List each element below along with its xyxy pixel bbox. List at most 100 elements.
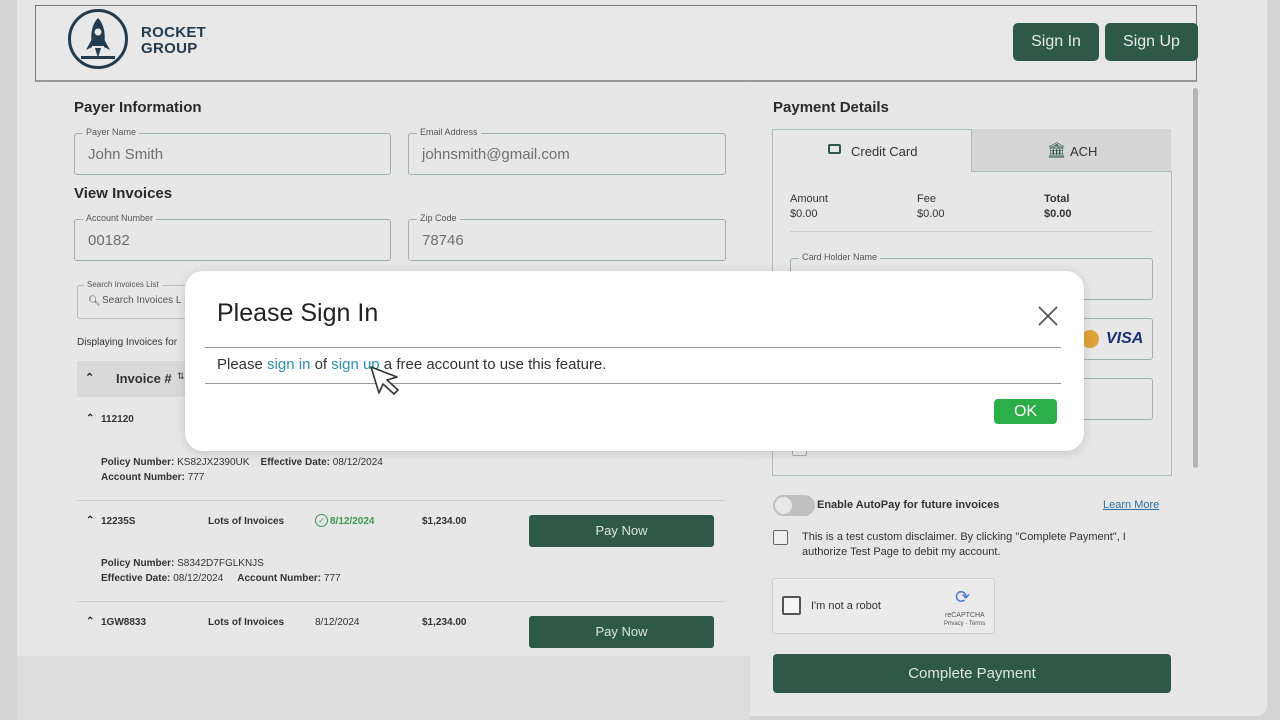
sign-up-button[interactable]: Sign Up	[1105, 23, 1198, 61]
tab-credit-card[interactable]: Credit Card	[772, 129, 972, 172]
recaptcha-widget: I'm not a robot ⟳ reCAPTCHA Privacy - Te…	[772, 578, 995, 634]
paid-check-icon: ✓	[315, 514, 328, 527]
modal-text-mid: of	[310, 356, 332, 373]
invoice-amount: $1,234.00	[422, 516, 467, 527]
sign-in-link[interactable]: sign in	[267, 356, 310, 373]
sign-in-button[interactable]: Sign In	[1013, 23, 1099, 61]
row-divider	[77, 601, 725, 602]
recaptcha-checkbox[interactable]	[782, 596, 801, 615]
view-invoices-title: View Invoices	[74, 185, 173, 202]
invoice-description: Lots of Invoices	[208, 617, 285, 628]
rocket-logo-icon	[68, 9, 128, 69]
credit-card-icon	[828, 144, 841, 154]
tab-ach-label: ACH	[1070, 144, 1098, 159]
recaptcha-label: I'm not a robot	[811, 600, 881, 612]
logo-line1: ROCKET	[141, 24, 207, 41]
row-chevron-icon[interactable]: ⌃	[86, 616, 94, 627]
effective-date-value: 08/12/2024	[173, 573, 224, 584]
visa-icon: VISA	[1106, 330, 1144, 347]
recaptcha-links[interactable]: Privacy - Terms	[944, 621, 985, 627]
disclaimer-line1: This is a test custom disclaimer. By cli…	[802, 531, 1126, 543]
fee-value: $0.00	[917, 208, 945, 220]
fee-label: Fee	[917, 193, 936, 205]
account-number-field[interactable]: Account Number 00182	[74, 213, 391, 261]
total-value: $0.00	[1044, 208, 1072, 220]
amount-value: $0.00	[790, 208, 818, 220]
ok-button[interactable]: OK	[994, 399, 1057, 424]
payment-details-title: Payment Details	[773, 99, 889, 116]
toggle-knob	[775, 497, 792, 514]
zip-code-field[interactable]: Zip Code 78746	[408, 213, 726, 261]
policy-number-label: Policy Number:	[101, 558, 175, 569]
search-invoices-label: Search Invoices List	[84, 280, 162, 289]
row-divider	[77, 500, 725, 501]
payer-info-title: Payer Information	[74, 99, 202, 116]
account-number-label: Account Number:	[237, 573, 322, 584]
invoice-date: 8/12/2024	[330, 516, 375, 527]
modal-divider-top	[205, 347, 1061, 348]
invoice-account-line: Account Number: 777	[101, 472, 204, 483]
logo-line2: GROUP	[141, 40, 198, 57]
account-number-label: Account Number	[83, 213, 157, 223]
invoice-number: 12235S	[101, 516, 136, 527]
zip-code-value: 78746	[422, 232, 464, 249]
policy-number-value: S8342D7FGLKNJS	[177, 558, 264, 569]
total-label: Total	[1044, 193, 1070, 205]
learn-more-link[interactable]: Learn More	[1103, 499, 1159, 511]
policy-number-value: KS82JX2390UK	[177, 457, 250, 468]
account-number-label: Account Number:	[101, 472, 185, 483]
payer-name-field[interactable]: Payer Name John Smith	[74, 127, 391, 175]
disclaimer-line2: authorize Test Page to debit my account.	[802, 546, 1001, 558]
close-icon[interactable]	[1036, 304, 1060, 328]
invoice-number-column-header[interactable]: Invoice #	[116, 371, 172, 386]
invoice-amount: $1,234.00	[422, 617, 467, 628]
bottom-shade	[17, 656, 750, 720]
payer-name-value: John Smith	[88, 146, 164, 163]
payer-name-label: Payer Name	[83, 127, 140, 137]
recaptcha-brand: reCAPTCHA	[945, 612, 985, 619]
search-invoices-input[interactable]: Search Invoices List 🔍︎ Search Invoices …	[77, 280, 197, 319]
effective-date-label: Effective Date:	[101, 573, 171, 584]
search-placeholder: Search Invoices L	[102, 295, 182, 306]
row-chevron-icon[interactable]: ⌃	[86, 515, 94, 526]
policy-number-label: Policy Number:	[101, 457, 175, 468]
zip-code-label: Zip Code	[417, 213, 460, 223]
summary-divider	[790, 231, 1153, 232]
bank-icon: 🏛︎	[1047, 142, 1067, 159]
invoice-number: 1GW8833	[101, 617, 147, 628]
mouse-pointer-icon	[370, 366, 404, 398]
sign-in-modal: Please Sign In Please sign in of sign up…	[185, 271, 1084, 451]
modal-divider-bottom	[205, 383, 1061, 384]
top-header: ROCKET GROUP Sign In Sign Up	[35, 5, 1198, 82]
scrollbar[interactable]	[1193, 88, 1198, 468]
tab-ach[interactable]: 🏛︎ ACH	[972, 129, 1171, 171]
modal-text-suffix: a free account to use this feature.	[379, 356, 607, 373]
email-value: johnsmith@gmail.com	[422, 146, 570, 163]
account-number-value: 777	[187, 472, 205, 483]
account-number-value: 777	[323, 573, 341, 584]
account-number-value: 00182	[88, 232, 130, 249]
complete-payment-button[interactable]: Complete Payment	[773, 654, 1171, 693]
effective-date-value: 08/12/2024	[332, 457, 383, 468]
modal-title: Please Sign In	[217, 299, 379, 327]
sort-icon[interactable]: ⇅	[177, 371, 185, 382]
autopay-label: Enable AutoPay for future invoices	[817, 499, 1000, 511]
pay-now-button[interactable]: Pay Now	[529, 616, 714, 648]
amount-label: Amount	[790, 193, 828, 205]
email-field[interactable]: Email Address johnsmith@gmail.com	[408, 127, 726, 175]
invoice-date: 8/12/2024	[315, 617, 360, 628]
modal-text-prefix: Please	[217, 356, 268, 373]
autopay-toggle[interactable]	[773, 495, 815, 516]
card-holder-label: Card Holder Name	[799, 252, 881, 262]
modal-message: Please sign in of sign up a free account…	[217, 356, 606, 373]
email-label: Email Address	[417, 127, 481, 137]
invoice-details-line2: Effective Date: 08/12/2024 Account Numbe…	[101, 573, 341, 584]
invoice-details: Policy Number: KS82JX2390UK Effective Da…	[101, 457, 383, 468]
row-chevron-icon[interactable]: ⌃	[86, 413, 94, 424]
invoice-description: Lots of Invoices	[208, 516, 285, 527]
pay-now-button[interactable]: Pay Now	[529, 515, 714, 547]
invoice-details: Policy Number: S8342D7FGLKNJS	[101, 558, 264, 569]
collapse-all-chevron-icon[interactable]: ⌃	[85, 371, 94, 384]
disclaimer-checkbox[interactable]	[773, 530, 788, 545]
search-icon: 🔍︎	[88, 296, 101, 307]
